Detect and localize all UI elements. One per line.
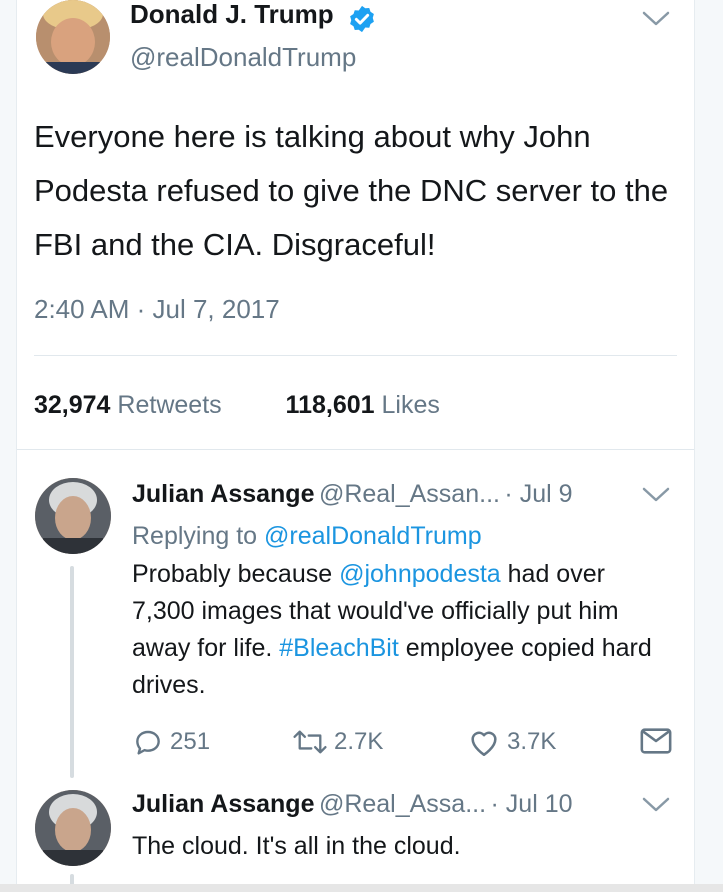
chevron-down-icon[interactable]: [641, 10, 671, 28]
reply-date[interactable]: · Jul 10: [491, 790, 573, 818]
verified-badge-icon: [350, 5, 374, 33]
retweets-stat[interactable]: 32,974 Retweets: [34, 391, 222, 419]
reply-count: 251: [170, 728, 211, 755]
reply-avatar[interactable]: [35, 478, 111, 554]
divider: [34, 355, 677, 356]
reply-author-name[interactable]: Julian Assange: [132, 790, 314, 818]
divider: [17, 449, 694, 450]
reply-avatar[interactable]: [35, 790, 111, 866]
reply-author-handle[interactable]: @Real_Assan...: [319, 480, 500, 508]
direct-message-action[interactable]: [639, 726, 673, 756]
reply-author-name[interactable]: Julian Assange: [132, 480, 314, 508]
reply-header: Julian Assange @Real_Assan... · Jul 9: [132, 480, 573, 509]
chevron-down-icon[interactable]: [641, 796, 671, 814]
tweet-text: Everyone here is talking about why John …: [34, 119, 669, 262]
likes-stat[interactable]: 118,601 Likes: [286, 391, 440, 419]
left-gutter: [0, 0, 17, 892]
reply-text: The cloud. It's all in the cloud.: [132, 832, 461, 860]
tweet-timestamp[interactable]: 2:40 AM · Jul 7, 2017: [34, 294, 280, 325]
reply-icon: [136, 730, 160, 755]
tweet-detail-card: Donald J. Trump @realDonaldTrump Everyon…: [17, 0, 694, 892]
reply-date[interactable]: · Jul 9: [504, 480, 572, 508]
likes-count: 118,601: [285, 391, 375, 419]
retweets-count: 32,974: [34, 391, 111, 419]
author-handle[interactable]: @realDonaldTrump: [130, 42, 356, 73]
author-avatar[interactable]: [36, 0, 110, 74]
reply-text-part: Probably because: [132, 560, 340, 588]
bottom-border: [0, 884, 723, 892]
reply-action[interactable]: 251: [132, 726, 210, 758]
like-count: 3.7K: [507, 728, 557, 755]
replying-to-label: Replying to: [132, 522, 258, 550]
reply-header: Julian Assange @Real_Assa... · Jul 10: [132, 790, 573, 819]
likes-label: Likes: [381, 391, 440, 419]
author-name[interactable]: Donald J. Trump: [130, 0, 334, 28]
chevron-down-icon[interactable]: [641, 486, 671, 504]
reply-text: Probably because @johnpodesta had over 7…: [132, 556, 672, 704]
mention-link[interactable]: @johnpodesta: [339, 560, 501, 588]
hashtag-link[interactable]: #BleachBit: [279, 634, 399, 662]
like-icon: [471, 731, 497, 757]
retweet-icon: [293, 730, 327, 754]
retweet-action[interactable]: 2.7K: [292, 726, 383, 758]
retweet-count: 2.7K: [334, 728, 384, 755]
like-action[interactable]: 3.7K: [467, 726, 556, 758]
tweet-stats: 32,974 Retweets 118,601 Likes: [34, 391, 440, 420]
thread-line: [70, 566, 74, 778]
retweets-label: Retweets: [117, 391, 222, 419]
reply-author-handle[interactable]: @Real_Assa...: [319, 790, 486, 818]
replying-to-handle[interactable]: @realDonaldTrump: [264, 522, 482, 550]
direct-message-icon: [640, 728, 672, 754]
replying-to: Replying to @realDonaldTrump: [132, 522, 482, 551]
right-gutter: [694, 0, 723, 892]
